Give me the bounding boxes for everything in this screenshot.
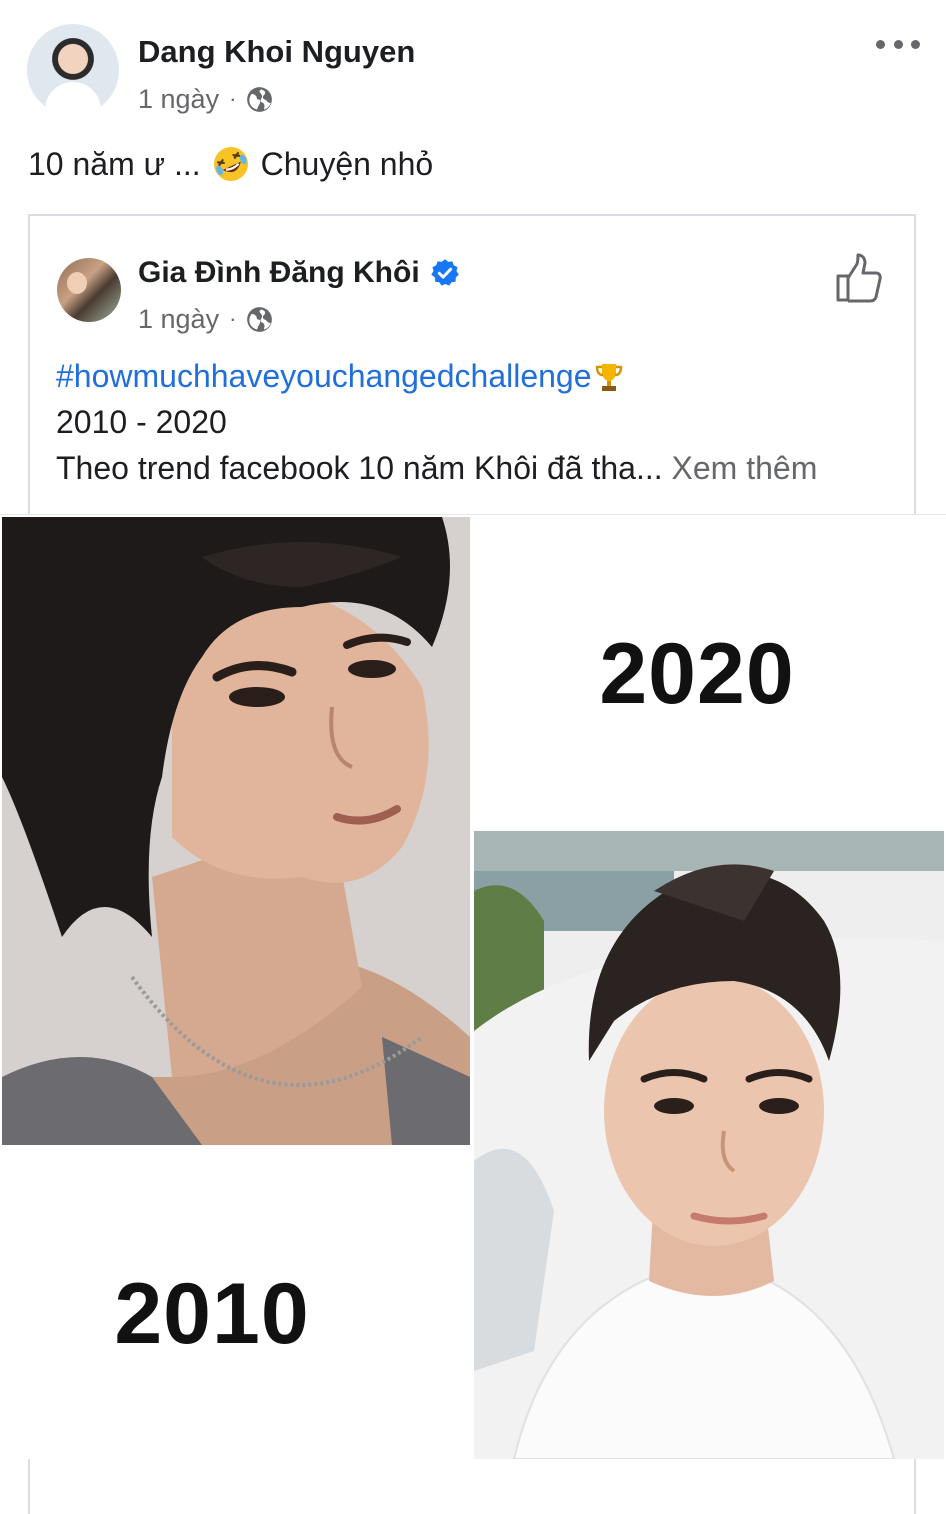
portrait-2020-image — [474, 831, 944, 1459]
caption-text: Theo trend facebook 10 năm Khôi đã tha..… — [56, 450, 663, 486]
author-avatar[interactable] — [27, 24, 119, 116]
globe-icon — [247, 306, 273, 332]
shared-author-avatar[interactable] — [57, 258, 121, 322]
shared-post-meta: 1 ngày · — [138, 302, 273, 336]
meta-separator: · — [229, 306, 237, 331]
shared-post-years: 2010 - 2020 — [56, 404, 227, 440]
hashtag-text[interactable]: #howmuchhaveyouchangedchallenge — [56, 358, 592, 395]
post-header: Dang Khoi Nguyen 1 ngày · — [0, 0, 946, 130]
photo-2020[interactable] — [474, 831, 944, 1459]
next-card-edge — [28, 1460, 916, 1490]
rolling-laughing-emoji-icon — [213, 147, 248, 181]
like-icon[interactable] — [834, 252, 884, 304]
meta-separator: · — [229, 86, 237, 111]
shared-author-name-row: Gia Đình Đăng Khôi — [138, 256, 460, 290]
year-label-2020: 2020 — [599, 626, 795, 722]
photo-collage[interactable]: 2020 2010 — [0, 514, 946, 1459]
trophy-icon — [595, 363, 622, 391]
globe-icon — [247, 86, 273, 112]
author-name[interactable]: Dang Khoi Nguyen — [138, 34, 415, 70]
post-text-after: Chuyện nhỏ — [260, 145, 434, 182]
post-text: 10 năm ư ... Chuyện nhỏ — [28, 144, 433, 184]
see-more-link[interactable]: Xem thêm — [672, 450, 818, 486]
post-time[interactable]: 1 ngày — [138, 84, 219, 115]
year-label-2010: 2010 — [114, 1266, 310, 1362]
shared-post-time[interactable]: 1 ngày — [138, 304, 219, 335]
portrait-2010-image — [2, 517, 470, 1145]
more-options-icon[interactable] — [876, 36, 920, 52]
post-text-before: 10 năm ư ... — [28, 145, 201, 182]
shared-post-caption: Theo trend facebook 10 năm Khôi đã tha..… — [56, 450, 817, 487]
shared-author-name[interactable]: Gia Đình Đăng Khôi — [138, 256, 420, 290]
post-meta: 1 ngày · — [138, 82, 273, 116]
verified-badge-icon — [430, 259, 459, 286]
photo-2010[interactable] — [2, 517, 470, 1145]
hashtag-link[interactable]: #howmuchhaveyouchangedchallenge — [56, 358, 624, 395]
